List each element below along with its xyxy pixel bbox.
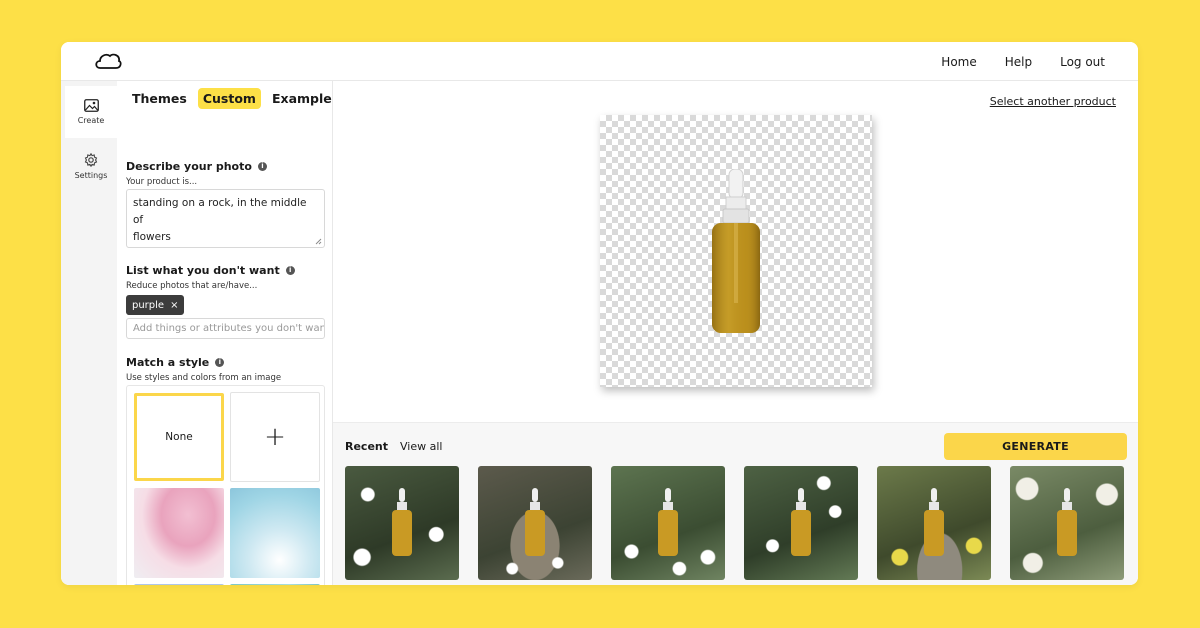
view-all-link[interactable]: View all xyxy=(400,440,442,453)
style-tile-pink[interactable] xyxy=(134,488,224,578)
recent-thumbnail[interactable] xyxy=(877,466,991,580)
tab-themes[interactable]: Themes xyxy=(127,88,192,109)
exclude-input-placeholder: Add things or attributes you don't want xyxy=(133,323,325,334)
style-tile-blue[interactable] xyxy=(230,488,320,578)
style-tile-add[interactable]: + xyxy=(230,392,320,482)
describe-text-line2: flowers xyxy=(133,231,171,243)
product-canvas[interactable] xyxy=(600,115,872,387)
info-icon[interactable]: i xyxy=(257,162,267,171)
recent-label: Recent xyxy=(345,440,389,453)
select-product-link[interactable]: Select another product xyxy=(990,95,1116,108)
generate-button[interactable]: GENERATE xyxy=(944,433,1127,460)
exclude-subtitle: Reduce photos that are/have... xyxy=(126,281,258,291)
style-subtitle: Use styles and colors from an image xyxy=(126,373,282,383)
tab-examples[interactable]: Examples xyxy=(267,88,332,109)
rail-item-create[interactable]: Create xyxy=(65,86,117,138)
style-none-label: None xyxy=(165,431,193,443)
recent-header: Recent View all xyxy=(345,440,442,453)
app-window: Home Help Log out Create Settings Themes… xyxy=(61,42,1138,585)
info-icon[interactable]: i xyxy=(215,358,225,367)
describe-subtitle: Your product is... xyxy=(126,177,198,187)
exclude-title-text: List what you don't want xyxy=(126,264,280,277)
top-nav: Home Help Log out xyxy=(941,42,1105,81)
style-grid: None + xyxy=(126,385,325,585)
bottle-image xyxy=(791,488,811,556)
style-tile-silk[interactable] xyxy=(230,584,320,585)
tab-bar: Themes Custom Examples xyxy=(127,88,332,109)
recent-thumbnail[interactable] xyxy=(1010,466,1124,580)
exclude-chip: purple × xyxy=(126,295,185,315)
nav-logout-link[interactable]: Log out xyxy=(1060,55,1105,69)
nav-home-link[interactable]: Home xyxy=(941,55,976,69)
style-tile-sky[interactable] xyxy=(134,584,224,585)
bottle-image xyxy=(1057,488,1077,556)
rail-item-settings[interactable]: Settings xyxy=(65,140,117,192)
describe-text-line1: standing on a rock, in the middle of xyxy=(133,197,307,226)
style-title: Match a style i xyxy=(126,356,225,369)
plus-icon: + xyxy=(264,422,286,452)
chip-close-icon[interactable]: × xyxy=(170,300,178,311)
recent-thumbnail[interactable] xyxy=(345,466,459,580)
nav-help-link[interactable]: Help xyxy=(1005,55,1032,69)
recent-thumbnail[interactable] xyxy=(744,466,858,580)
describe-textarea[interactable]: standing on a rock, in the middle of flo… xyxy=(126,189,325,248)
recent-thumbnail[interactable] xyxy=(611,466,725,580)
side-rail: Create Settings xyxy=(61,81,117,585)
tab-custom[interactable]: Custom xyxy=(197,88,261,109)
bottle-image xyxy=(658,488,678,556)
cloud-logo-icon[interactable] xyxy=(94,51,122,71)
product-bottle-image xyxy=(712,169,760,333)
recent-thumbnails xyxy=(345,466,1124,580)
rail-settings-label: Settings xyxy=(74,170,108,180)
recent-strip: Recent View all GENERATE xyxy=(333,422,1138,585)
bottle-image xyxy=(525,488,545,556)
bottle-image xyxy=(924,488,944,556)
bottle-image xyxy=(392,488,412,556)
chip-label: purple xyxy=(132,299,165,311)
rail-create-label: Create xyxy=(77,116,105,125)
options-panel: Themes Custom Examples Describe your pho… xyxy=(117,81,333,585)
style-tile-none[interactable]: None xyxy=(134,393,224,481)
preview-area: Select another product xyxy=(333,81,1138,421)
info-icon[interactable]: i xyxy=(285,266,295,275)
gear-icon xyxy=(84,152,98,167)
style-title-text: Match a style xyxy=(126,356,210,369)
exclude-input[interactable]: Add things or attributes you don't want xyxy=(126,318,325,339)
recent-thumbnail[interactable] xyxy=(478,466,592,580)
image-icon xyxy=(83,99,99,112)
exclude-title: List what you don't want i xyxy=(126,264,295,277)
resize-handle-icon[interactable] xyxy=(315,238,322,245)
top-bar: Home Help Log out xyxy=(61,42,1138,81)
describe-title: Describe your photo i xyxy=(126,160,267,173)
describe-title-text: Describe your photo xyxy=(126,160,252,173)
